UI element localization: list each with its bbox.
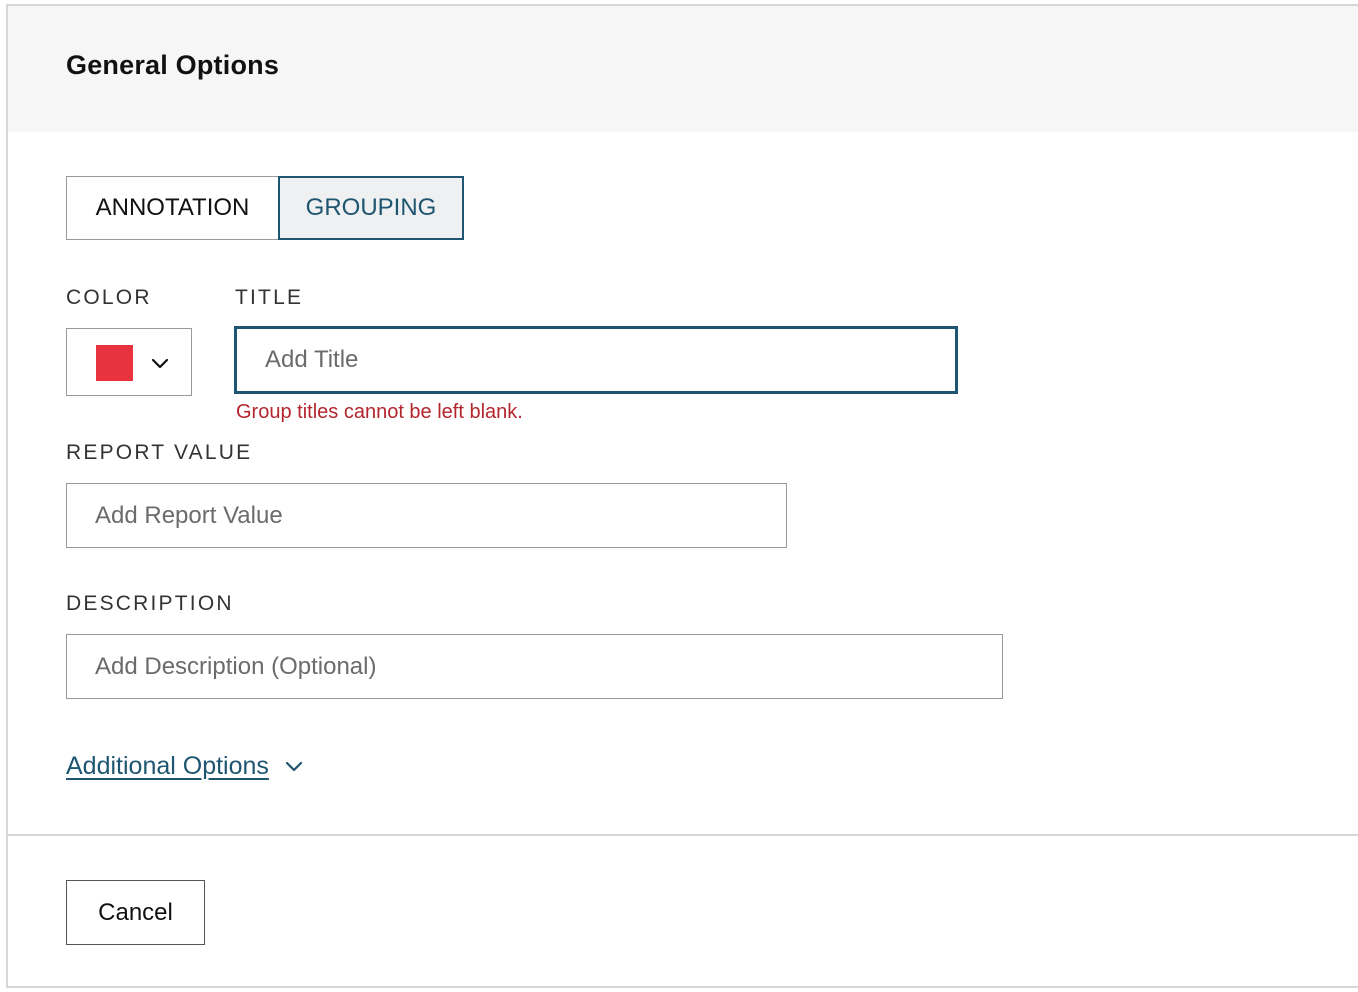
color-picker-dropdown[interactable] (66, 328, 192, 396)
tab-group: ANNOTATION GROUPING (66, 176, 464, 240)
color-label: COLOR (66, 286, 152, 309)
cancel-button[interactable]: Cancel (66, 880, 205, 945)
additional-options-link[interactable]: Additional Options (66, 752, 269, 781)
general-options-panel: General Options ANNOTATION GROUPING COLO… (6, 4, 1358, 988)
description-input[interactable] (66, 634, 1003, 699)
chevron-down-icon (151, 358, 169, 369)
panel-header: General Options (8, 6, 1358, 132)
tab-grouping[interactable]: GROUPING (278, 176, 464, 240)
description-label: DESCRIPTION (66, 592, 234, 615)
title-label: TITLE (235, 286, 304, 309)
color-swatch (96, 345, 133, 381)
chevron-down-icon (285, 761, 303, 771)
report-value-input[interactable] (66, 483, 787, 548)
tab-annotation[interactable]: ANNOTATION (66, 176, 278, 240)
title-input[interactable] (234, 326, 958, 394)
title-error-message: Group titles cannot be left blank. (236, 401, 523, 423)
page-title: General Options (66, 50, 280, 80)
additional-options-toggle[interactable]: Additional Options (66, 752, 303, 781)
footer-divider (8, 834, 1358, 836)
report-value-label: REPORT VALUE (66, 441, 253, 464)
